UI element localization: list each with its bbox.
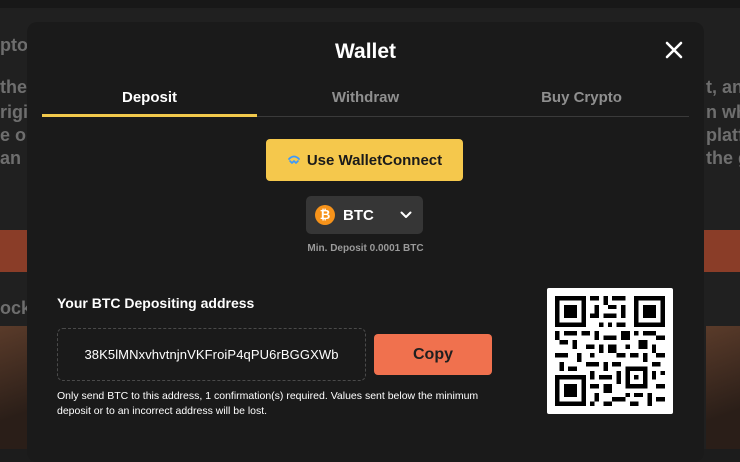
wallet-tabs: Deposit Withdraw Buy Crypto	[42, 82, 689, 117]
close-icon	[665, 41, 683, 59]
coin-select[interactable]: ₿ BTC	[306, 196, 423, 234]
bitcoin-icon: ₿	[315, 205, 335, 225]
background-text: platfo	[706, 125, 740, 145]
copy-button[interactable]: Copy	[374, 334, 492, 375]
background-text: e o	[0, 125, 27, 145]
background-text: t, and	[706, 77, 740, 97]
walletconnect-label: Use WalletConnect	[306, 151, 443, 169]
qr-code	[547, 288, 673, 414]
background-game-thumbnail	[706, 326, 740, 449]
tab-buy-crypto[interactable]: Buy Crypto	[474, 82, 689, 115]
wallet-modal: Wallet Deposit Withdraw Buy Crypto Use W…	[27, 22, 704, 462]
coin-select-value: BTC	[343, 206, 374, 224]
min-deposit-text: Min. Deposit 0.0001 BTC	[307, 243, 424, 254]
tab-withdraw[interactable]: Withdraw	[258, 82, 473, 115]
background-text: the	[0, 77, 27, 97]
background-text: the g	[706, 148, 740, 168]
tab-deposit[interactable]: Deposit	[42, 82, 257, 117]
deposit-address-label: Your BTC Depositing address	[57, 295, 255, 311]
deposit-address-value: 38K5lMNxvhvtnjnVKFroiP4qPU6rBGGXWb	[84, 347, 339, 362]
walletconnect-icon	[287, 155, 300, 164]
background-header	[0, 0, 740, 8]
deposit-address-field[interactable]: 38K5lMNxvhvtnjnVKFroiP4qPU6rBGGXWb	[57, 328, 366, 381]
walletconnect-button[interactable]: Use WalletConnect	[266, 139, 463, 181]
chevron-down-icon	[400, 211, 412, 218]
close-button[interactable]	[662, 38, 686, 62]
modal-title: Wallet	[334, 40, 397, 63]
background-text: pto	[0, 35, 28, 55]
background-text: n wh	[706, 102, 740, 122]
deposit-warning-note: Only send BTC to this address, 1 confirm…	[57, 390, 479, 417]
background-text: rigi	[0, 102, 29, 122]
